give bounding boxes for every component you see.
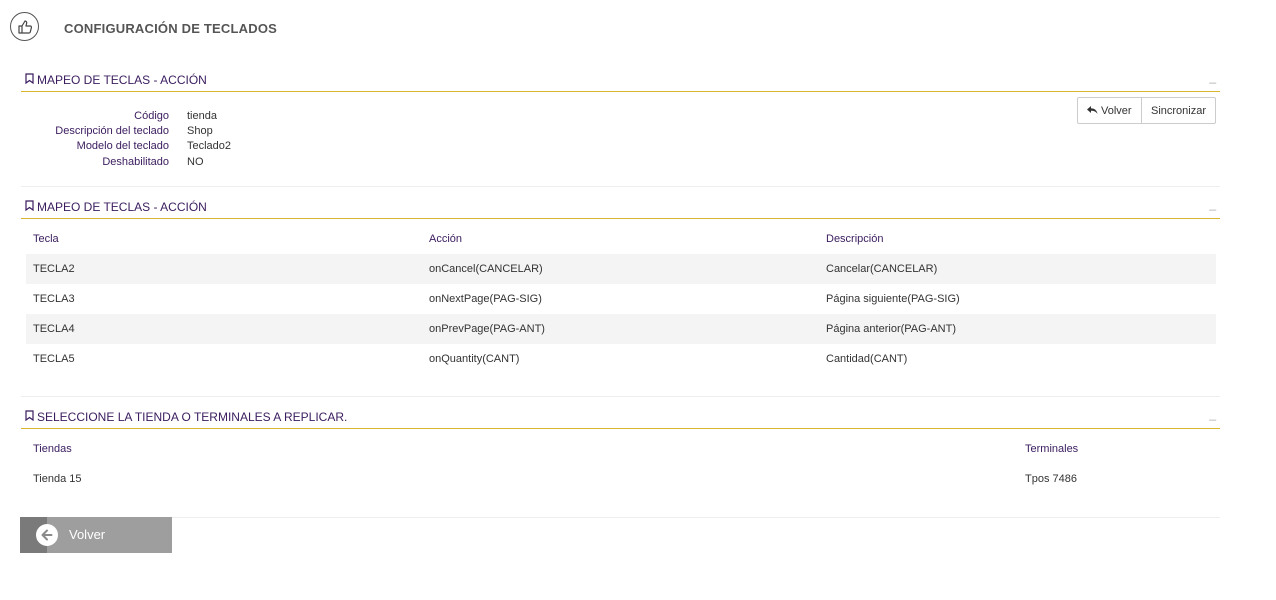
cell-description: Cantidad(CANT) <box>826 353 908 365</box>
cell-terminal: Tpos 7486 <box>1025 473 1077 485</box>
cell-action: onQuantity(CANT) <box>429 353 520 365</box>
back-button-label: Volver <box>1101 104 1132 117</box>
cell-key: TECLA3 <box>33 293 75 305</box>
section-header-key-mapping: MAPEO DE TECLAS - ACCIÓN _ <box>21 70 1220 92</box>
detail-row-disabled: Deshabilitado NO <box>0 156 400 171</box>
collapse-button[interactable]: _ <box>1209 70 1216 84</box>
column-header-terminals: Terminales <box>1025 443 1079 455</box>
detail-label: Deshabilitado <box>102 156 169 168</box>
column-header-description: Descripción <box>826 233 884 245</box>
footer-back-button[interactable]: Volver <box>20 517 172 553</box>
table-row[interactable]: TECLA2 onCancel(CANCELAR) Cancelar(CANCE… <box>26 254 1216 284</box>
detail-row-code: Código tienda <box>0 110 400 125</box>
table-row[interactable]: TECLA4 onPrevPage(PAG-ANT) Página anteri… <box>26 314 1216 344</box>
cell-action: onNextPage(PAG-SIG) <box>429 293 542 305</box>
detail-row-description: Descripción del teclado Shop <box>0 125 400 140</box>
table-header: Tecla Acción Descripción <box>26 224 1216 254</box>
detail-row-model: Modelo del teclado Teclado2 <box>0 140 400 155</box>
cell-key: TECLA4 <box>33 323 75 335</box>
table-row[interactable]: Tienda 15 Tpos 7486 <box>26 464 1216 494</box>
column-header-key: Tecla <box>33 233 59 245</box>
bookmark-icon <box>25 410 34 424</box>
detail-label: Código <box>134 110 169 122</box>
divider <box>21 396 1220 397</box>
section-header-key-actions: MAPEO DE TECLAS - ACCIÓN _ <box>21 197 1220 219</box>
cell-description: Página siguiente(PAG-SIG) <box>826 293 960 305</box>
collapse-button[interactable]: _ <box>1209 197 1216 211</box>
section-title: MAPEO DE TECLAS - ACCIÓN <box>37 200 207 214</box>
column-header-action: Acción <box>429 233 463 245</box>
detail-value: tienda <box>187 110 217 122</box>
page-header: CONFIGURACIÓN DE TECLADOS <box>0 0 1276 56</box>
column-header-stores: Tiendas <box>33 443 72 455</box>
cell-action: onPrevPage(PAG-ANT) <box>429 323 545 335</box>
bookmark-icon <box>25 73 34 87</box>
section-title: MAPEO DE TECLAS - ACCIÓN <box>37 73 207 87</box>
cell-store: Tienda 15 <box>33 473 82 485</box>
page-title: CONFIGURACIÓN DE TECLADOS <box>64 21 277 36</box>
arrow-left-circle-icon <box>36 524 58 546</box>
divider <box>21 517 1220 518</box>
reply-arrow-icon <box>1087 106 1098 115</box>
bookmark-icon <box>25 200 34 214</box>
action-button-group: Volver Sincronizar <box>1077 97 1216 124</box>
thumbs-up-icon <box>10 12 39 41</box>
detail-label: Descripción del teclado <box>55 125 169 137</box>
divider <box>21 186 1220 187</box>
sync-button[interactable]: Sincronizar <box>1142 97 1216 124</box>
detail-value: Teclado2 <box>187 140 232 152</box>
section-header-replication: SELECCIONE LA TIENDA O TERMINALES A REPL… <box>21 407 1220 429</box>
cell-description: Cancelar(CANCELAR) <box>826 263 938 275</box>
cell-description: Página anterior(PAG-ANT) <box>826 323 957 335</box>
replication-table: Tiendas Terminales Tienda 15 Tpos 7486 <box>26 434 1216 494</box>
table-header: Tiendas Terminales <box>26 434 1216 464</box>
detail-value: Shop <box>187 125 213 137</box>
detail-value: NO <box>187 156 204 168</box>
table-row[interactable]: TECLA3 onNextPage(PAG-SIG) Página siguie… <box>26 284 1216 314</box>
footer-back-label: Volver <box>69 527 106 542</box>
section-title: SELECCIONE LA TIENDA O TERMINALES A REPL… <box>37 410 348 424</box>
cell-action: onCancel(CANCELAR) <box>429 263 543 275</box>
cell-key: TECLA2 <box>33 263 75 275</box>
back-button[interactable]: Volver <box>1077 97 1142 124</box>
cell-key: TECLA5 <box>33 353 75 365</box>
collapse-button[interactable]: _ <box>1209 407 1216 421</box>
detail-label: Modelo del teclado <box>76 140 169 152</box>
table-row[interactable]: TECLA5 onQuantity(CANT) Cantidad(CANT) <box>26 344 1216 374</box>
key-mapping-table: Tecla Acción Descripción TECLA2 onCancel… <box>26 224 1216 374</box>
